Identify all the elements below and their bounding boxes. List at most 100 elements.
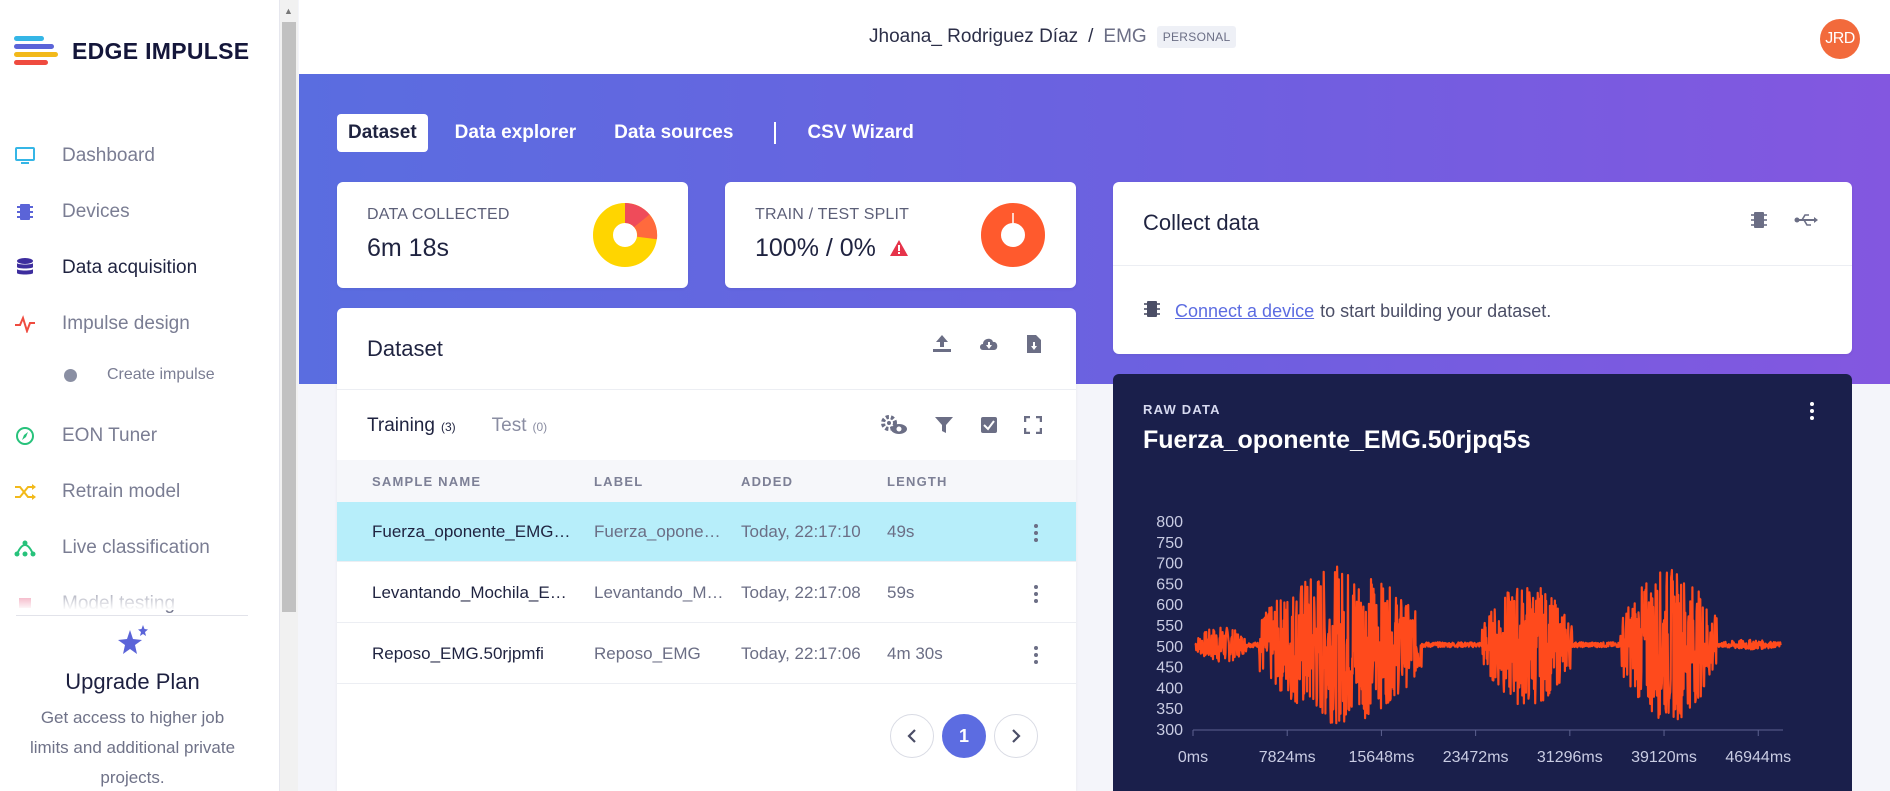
row-menu-icon[interactable] — [1034, 646, 1038, 664]
connect-device-link[interactable]: Connect a device — [1175, 301, 1314, 322]
tab-data-explorer[interactable]: Data explorer — [444, 114, 587, 152]
dataset-card: Dataset Training (3) Test (0) SAMPLE NAME — [337, 308, 1076, 791]
project-type-badge: PERSONAL — [1156, 26, 1237, 48]
y-tick-label: 650 — [1156, 576, 1183, 593]
logo[interactable]: EDGE IMPULSE — [14, 34, 249, 68]
sidebar-item-label: Live classification — [62, 537, 210, 558]
file-export-icon[interactable] — [1026, 334, 1042, 354]
expand-icon[interactable] — [1024, 416, 1042, 434]
sample-added: Today, 22:17:08 — [741, 583, 861, 602]
brand-name: EDGE IMPULSE — [72, 37, 250, 64]
sample-name: Levantando_Mochila_EMG.50rjpn8k — [372, 583, 572, 602]
tab-csv-wizard[interactable]: CSV Wizard — [796, 114, 924, 152]
sample-name: Reposo_EMG.50rjpmfi — [372, 644, 544, 663]
tab-test[interactable]: Test (0) — [492, 415, 548, 437]
tab-training[interactable]: Training (3) — [367, 415, 456, 437]
row-menu-icon[interactable] — [1034, 524, 1038, 542]
previous-page-button[interactable] — [890, 714, 934, 758]
column-header-length[interactable]: LENGTH — [887, 474, 948, 489]
upgrade-title[interactable]: Upgrade Plan — [0, 669, 265, 695]
sidebar-item-retrain-model[interactable]: Retrain model — [14, 477, 180, 507]
tab-test-label: Test — [491, 415, 527, 436]
sidebar-item-impulse-design[interactable]: Impulse design — [14, 309, 190, 339]
column-header-label[interactable]: LABEL — [594, 474, 643, 489]
tab-separator — [774, 122, 777, 144]
column-header-added[interactable]: ADDED — [741, 474, 793, 489]
train-test-split-label: TRAIN / TEST SPLIT — [755, 206, 910, 223]
sidebar-item-eon-tuner[interactable]: EON Tuner — [14, 421, 157, 451]
divider — [16, 615, 248, 616]
y-tick-label: 700 — [1156, 556, 1183, 573]
warning-icon[interactable] — [889, 234, 908, 263]
sample-length: 59s — [887, 583, 915, 602]
network-icon — [14, 537, 36, 559]
table-row[interactable]: Fuerza_oponente_EMG.50rjpq5s Fuerza_opon… — [337, 502, 1076, 562]
sidebar-item-label: Impulse design — [62, 313, 190, 334]
sample-added: Today, 22:17:06 — [741, 644, 861, 663]
collect-data-title: Collect data — [1143, 210, 1260, 235]
pagination: 1 — [890, 714, 1046, 758]
upload-icon[interactable] — [932, 334, 952, 354]
sidebar-item-devices[interactable]: Devices — [14, 197, 130, 227]
sample-length: 49s — [887, 522, 915, 541]
usb-icon[interactable] — [1794, 213, 1818, 227]
x-tick-label: 15648ms — [1349, 749, 1415, 766]
table-row[interactable]: Levantando_Mochila_EMG.50rjpn8k Levantan… — [337, 563, 1076, 623]
filter-icon[interactable] — [934, 415, 954, 435]
sidebar-scrollbar[interactable]: ▲ — [280, 0, 298, 791]
y-tick-label: 500 — [1156, 639, 1183, 656]
collect-data-text: to start building your dataset. — [1320, 301, 1552, 321]
raw-data-chart: 800 750 700 650 600 550 500 450 400 350 300 0ms 7824… — [1156, 514, 1791, 766]
table-toolbar — [854, 414, 1042, 436]
column-header-sample-name[interactable]: SAMPLE NAME — [372, 474, 481, 489]
scroll-up-arrow-icon[interactable]: ▲ — [284, 6, 293, 16]
page-button-current[interactable]: 1 — [942, 714, 986, 758]
x-tick-label: 39120ms — [1631, 749, 1697, 766]
chip-icon — [14, 201, 36, 223]
chip-icon[interactable] — [1750, 210, 1768, 230]
sample-label: Fuerza_oponente_EMG — [594, 522, 724, 541]
sample-length: 4m 30s — [887, 644, 943, 663]
sample-added: Today, 22:17:10 — [741, 522, 861, 541]
sidebar-item-label: Devices — [62, 201, 130, 222]
sidebar-item-label: Dashboard — [62, 145, 155, 166]
sidebar-item-live-classification[interactable]: Live classification — [14, 533, 210, 563]
cloud-download-icon[interactable] — [978, 335, 1000, 353]
data-collected-number: 6m 18s — [367, 234, 449, 262]
database-icon — [14, 257, 36, 279]
sidebar-subitem-create-impulse[interactable]: Create impulse — [64, 366, 215, 384]
select-all-icon[interactable] — [980, 416, 998, 434]
divider — [1113, 265, 1852, 266]
dataset-title: Dataset — [367, 336, 443, 361]
sidebar-subitem-label: Create impulse — [107, 366, 215, 383]
row-menu-icon[interactable] — [1034, 585, 1038, 603]
tab-dataset[interactable]: Dataset — [337, 114, 428, 152]
emg-series-line — [1194, 565, 1782, 725]
table-row[interactable]: Reposo_EMG.50rjpmfi Reposo_EMG Today, 22… — [337, 624, 1076, 684]
breadcrumb-owner[interactable]: Jhoana_ Rodriguez Díaz — [869, 26, 1078, 48]
y-tick-label: 350 — [1156, 701, 1183, 718]
view-settings-icon[interactable] — [880, 414, 908, 436]
upgrade-text: Get access to higher job limits and addi… — [29, 708, 236, 787]
avatar[interactable]: JRD — [1820, 19, 1860, 59]
pulse-icon — [14, 313, 36, 335]
sample-name: Fuerza_oponente_EMG.50rjpq5s — [372, 522, 572, 541]
sample-label: Levantando_Mochila_EMG — [594, 583, 724, 602]
sidebar-item-dashboard[interactable]: Dashboard — [14, 141, 155, 171]
next-page-button[interactable] — [994, 714, 1038, 758]
y-tick-label: 800 — [1156, 514, 1183, 531]
compass-icon — [14, 425, 36, 447]
breadcrumb: Jhoana_ Rodriguez Díaz / EMG PERSONAL — [869, 26, 1237, 48]
chip-icon — [1143, 299, 1161, 324]
dataset-subtabs: Training (3) Test (0) — [367, 415, 583, 437]
collect-toolbar — [1724, 210, 1818, 230]
y-tick-label: 550 — [1156, 618, 1183, 635]
upgrade-plan-panel: Upgrade Plan Get access to higher job li… — [0, 624, 265, 791]
scrollbar-thumb[interactable] — [282, 22, 296, 612]
breadcrumb-project[interactable]: EMG — [1103, 26, 1146, 48]
sidebar-item-label: Data acquisition — [62, 257, 198, 278]
stars-icon — [0, 624, 265, 665]
sidebar-item-data-acquisition[interactable]: Data acquisition — [14, 253, 197, 283]
tab-data-sources[interactable]: Data sources — [603, 114, 744, 152]
y-tick-label: 750 — [1156, 535, 1183, 552]
